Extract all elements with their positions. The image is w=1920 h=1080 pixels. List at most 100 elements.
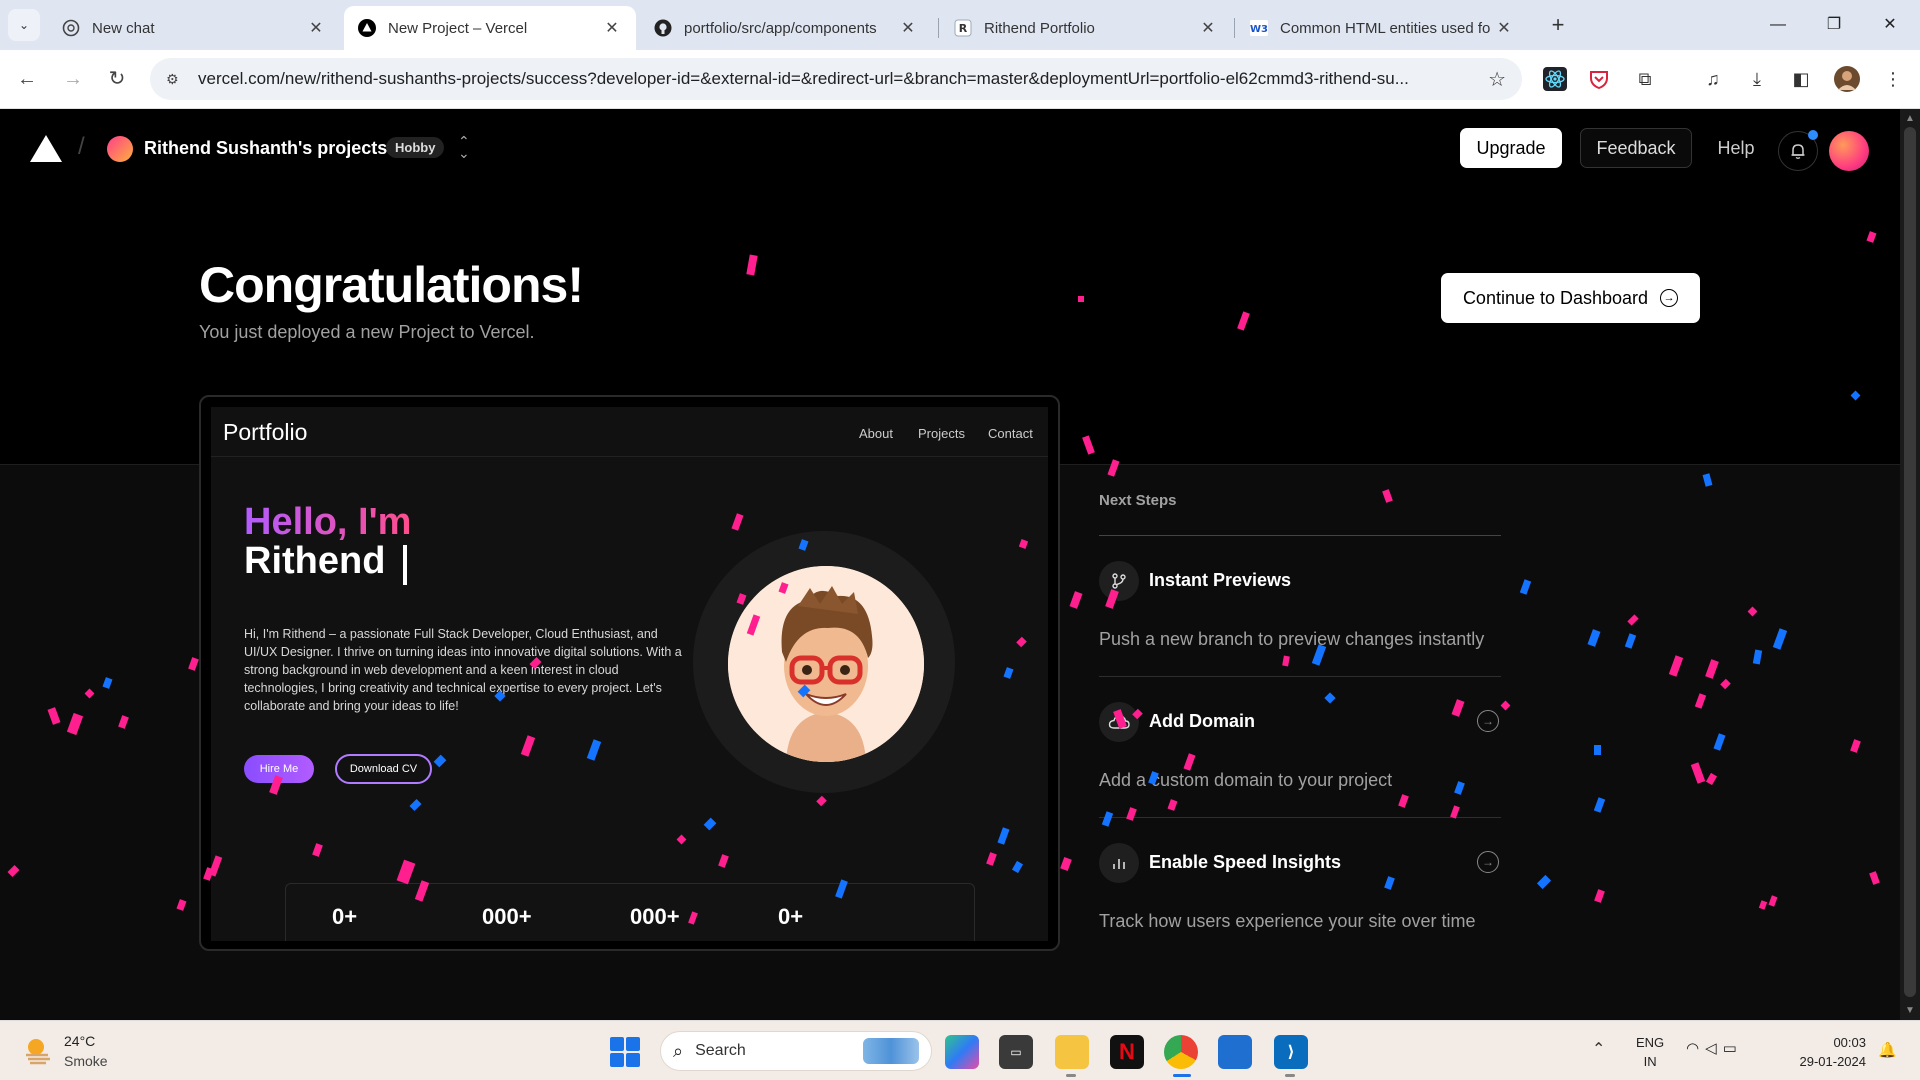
next-step-add-domain[interactable]: Add Domain xyxy=(1149,711,1255,732)
vercel-logo-icon[interactable] xyxy=(30,135,62,162)
divider xyxy=(1099,817,1501,818)
stat-value: 000+ xyxy=(630,904,680,929)
preview-nav-projects: Projects xyxy=(918,426,965,441)
preview-greeting: Hello, I'm xyxy=(244,501,412,543)
tab-title: portfolio/src/app/components xyxy=(684,19,877,37)
weather-temperature[interactable]: 24°C xyxy=(64,1033,95,1049)
close-icon[interactable]: ✕ xyxy=(1198,18,1218,38)
confetti-piece xyxy=(1082,435,1095,455)
reload-icon[interactable]: ↻ xyxy=(102,64,132,94)
tab-new-chat[interactable]: New chat ✕ xyxy=(48,6,340,50)
region-code: IN xyxy=(1643,1054,1657,1069)
close-icon[interactable]: ✕ xyxy=(602,18,622,38)
tab-search-button[interactable]: ⌄ xyxy=(8,9,40,41)
tab-title: New chat xyxy=(92,19,155,37)
back-arrow-icon[interactable]: ← xyxy=(12,64,42,94)
download-icon[interactable]: ⤓ xyxy=(1742,64,1772,94)
feedback-button[interactable]: Feedback xyxy=(1580,128,1692,168)
arrow-right-circle-icon: → xyxy=(1660,289,1679,307)
next-step-speed-insights[interactable]: Enable Speed Insights xyxy=(1149,852,1341,873)
arrow-right-circle-icon[interactable]: → xyxy=(1477,710,1499,732)
address-bar[interactable]: ⚙ vercel.com/new/rithend-sushanths-proje… xyxy=(150,58,1522,100)
weather-sun-icon[interactable] xyxy=(22,1035,54,1065)
battery-icon[interactable]: ▭ xyxy=(1723,1040,1743,1057)
tab-title: Rithend Portfolio xyxy=(984,19,1095,37)
minimize-icon[interactable]: — xyxy=(1758,10,1798,40)
notification-center-icon[interactable]: 🔔 xyxy=(1878,1041,1897,1059)
arrow-right-circle-icon[interactable]: → xyxy=(1477,851,1499,873)
url-text[interactable]: vercel.com/new/rithend-sushanths-project… xyxy=(198,69,1482,89)
task-view-icon[interactable]: ▭ xyxy=(999,1035,1033,1069)
tab-separator xyxy=(938,18,939,38)
site-info-icon[interactable]: ⚙ xyxy=(166,71,188,88)
windows-start-icon[interactable] xyxy=(610,1037,640,1067)
wifi-icon[interactable]: ◠ xyxy=(1686,1040,1705,1057)
scroll-up-icon[interactable]: ▲ xyxy=(1900,113,1920,124)
input-language[interactable]: ENG IN xyxy=(1636,1033,1664,1071)
copilot-icon[interactable] xyxy=(945,1035,979,1069)
svg-text:W3: W3 xyxy=(1250,24,1268,35)
bookmark-star-icon[interactable]: ☆ xyxy=(1482,67,1506,92)
upgrade-button[interactable]: Upgrade xyxy=(1460,128,1562,168)
chatgpt-icon xyxy=(62,19,80,37)
weather-description[interactable]: Smoke xyxy=(64,1053,108,1069)
language-code: ENG xyxy=(1636,1035,1665,1050)
user-avatar[interactable] xyxy=(1829,131,1869,171)
divider xyxy=(1099,535,1501,536)
profile-avatar[interactable] xyxy=(1832,64,1862,94)
windows-taskbar: 24°C Smoke ⌕ Search ▭ N ⟩ ⌃ ENG IN ◠◁▭ 0… xyxy=(0,1020,1920,1080)
system-tray[interactable]: ◠◁▭ xyxy=(1686,1039,1743,1057)
breadcrumb-separator: / xyxy=(78,133,85,160)
team-name[interactable]: Rithend Sushanth's projects xyxy=(144,138,387,159)
show-hidden-icons-chevron-icon[interactable]: ⌃ xyxy=(1592,1039,1605,1059)
vscode-icon[interactable]: ⟩ xyxy=(1274,1035,1308,1069)
clock[interactable]: 00:03 29-01-2024 xyxy=(1786,1033,1867,1071)
divider xyxy=(1099,676,1501,677)
new-tab-button[interactable]: + xyxy=(1544,12,1572,40)
scrollbar-thumb[interactable] xyxy=(1904,127,1916,997)
memoji-avatar xyxy=(728,566,924,762)
microsoft-store-icon[interactable] xyxy=(1218,1035,1252,1069)
app-indicator xyxy=(1285,1074,1295,1077)
scroll-down-icon[interactable]: ▼ xyxy=(1900,1005,1920,1016)
close-icon[interactable]: ✕ xyxy=(306,18,326,38)
continue-to-dashboard-button[interactable]: Continue to Dashboard → xyxy=(1441,273,1700,323)
more-menu-icon[interactable]: ⋮ xyxy=(1878,64,1908,94)
next-step-description: Track how users experience your site ove… xyxy=(1099,911,1476,931)
preview-screenshot: Portfolio About Projects Contact Hello, … xyxy=(211,407,1048,941)
close-icon[interactable]: ✕ xyxy=(898,18,918,38)
tab-rithend-portfolio[interactable]: R Rithend Portfolio ✕ xyxy=(940,6,1232,50)
branch-icon xyxy=(1099,561,1139,601)
chrome-icon[interactable] xyxy=(1164,1035,1198,1069)
restore-icon[interactable]: ❐ xyxy=(1814,10,1854,40)
close-icon[interactable]: ✕ xyxy=(1494,18,1514,38)
tab-github[interactable]: portfolio/src/app/components ✕ xyxy=(640,6,932,50)
vercel-page: / Rithend Sushanth's projects Hobby ⌃ ⌄ U… xyxy=(0,109,1900,1020)
team-switcher-icon[interactable]: ⌃ ⌄ xyxy=(458,134,470,160)
side-panel-icon[interactable]: ◧ xyxy=(1786,64,1816,94)
team-avatar[interactable] xyxy=(107,136,133,162)
w3-icon: W3 xyxy=(1250,19,1268,37)
tab-html-entities[interactable]: W3 Common HTML entities used fo ✕ xyxy=(1236,6,1528,50)
media-controls-icon[interactable]: ♫ xyxy=(1698,64,1728,94)
page-scrollbar[interactable]: ▲ ▼ xyxy=(1900,109,1920,1020)
shield-extension-icon[interactable] xyxy=(1584,64,1614,94)
netflix-icon[interactable]: N xyxy=(1110,1035,1144,1069)
taskbar-search[interactable]: ⌕ Search xyxy=(660,1031,932,1071)
window-close-icon[interactable]: ✕ xyxy=(1870,10,1910,40)
tab-vercel-new-project[interactable]: New Project – Vercel ✕ xyxy=(344,6,636,50)
deployment-preview[interactable]: Portfolio About Projects Contact Hello, … xyxy=(199,395,1060,951)
react-devtools-icon[interactable] xyxy=(1540,64,1570,94)
confetti-piece xyxy=(746,254,758,276)
extensions-puzzle-icon[interactable]: ⧉ xyxy=(1630,64,1660,94)
help-link[interactable]: Help xyxy=(1710,128,1762,168)
volume-icon[interactable]: ◁ xyxy=(1705,1040,1723,1057)
confetti-piece xyxy=(1866,231,1877,243)
tab-strip: ⌄ New chat ✕ New Project – Vercel ✕ port… xyxy=(0,0,1920,50)
page-subtitle: You just deployed a new Project to Verce… xyxy=(199,322,535,342)
search-highlight-image xyxy=(863,1038,919,1064)
forward-arrow-icon[interactable]: → xyxy=(58,64,88,94)
tab-separator xyxy=(1234,18,1235,38)
preview-nav-contact: Contact xyxy=(988,426,1033,441)
file-explorer-icon[interactable] xyxy=(1055,1035,1089,1069)
